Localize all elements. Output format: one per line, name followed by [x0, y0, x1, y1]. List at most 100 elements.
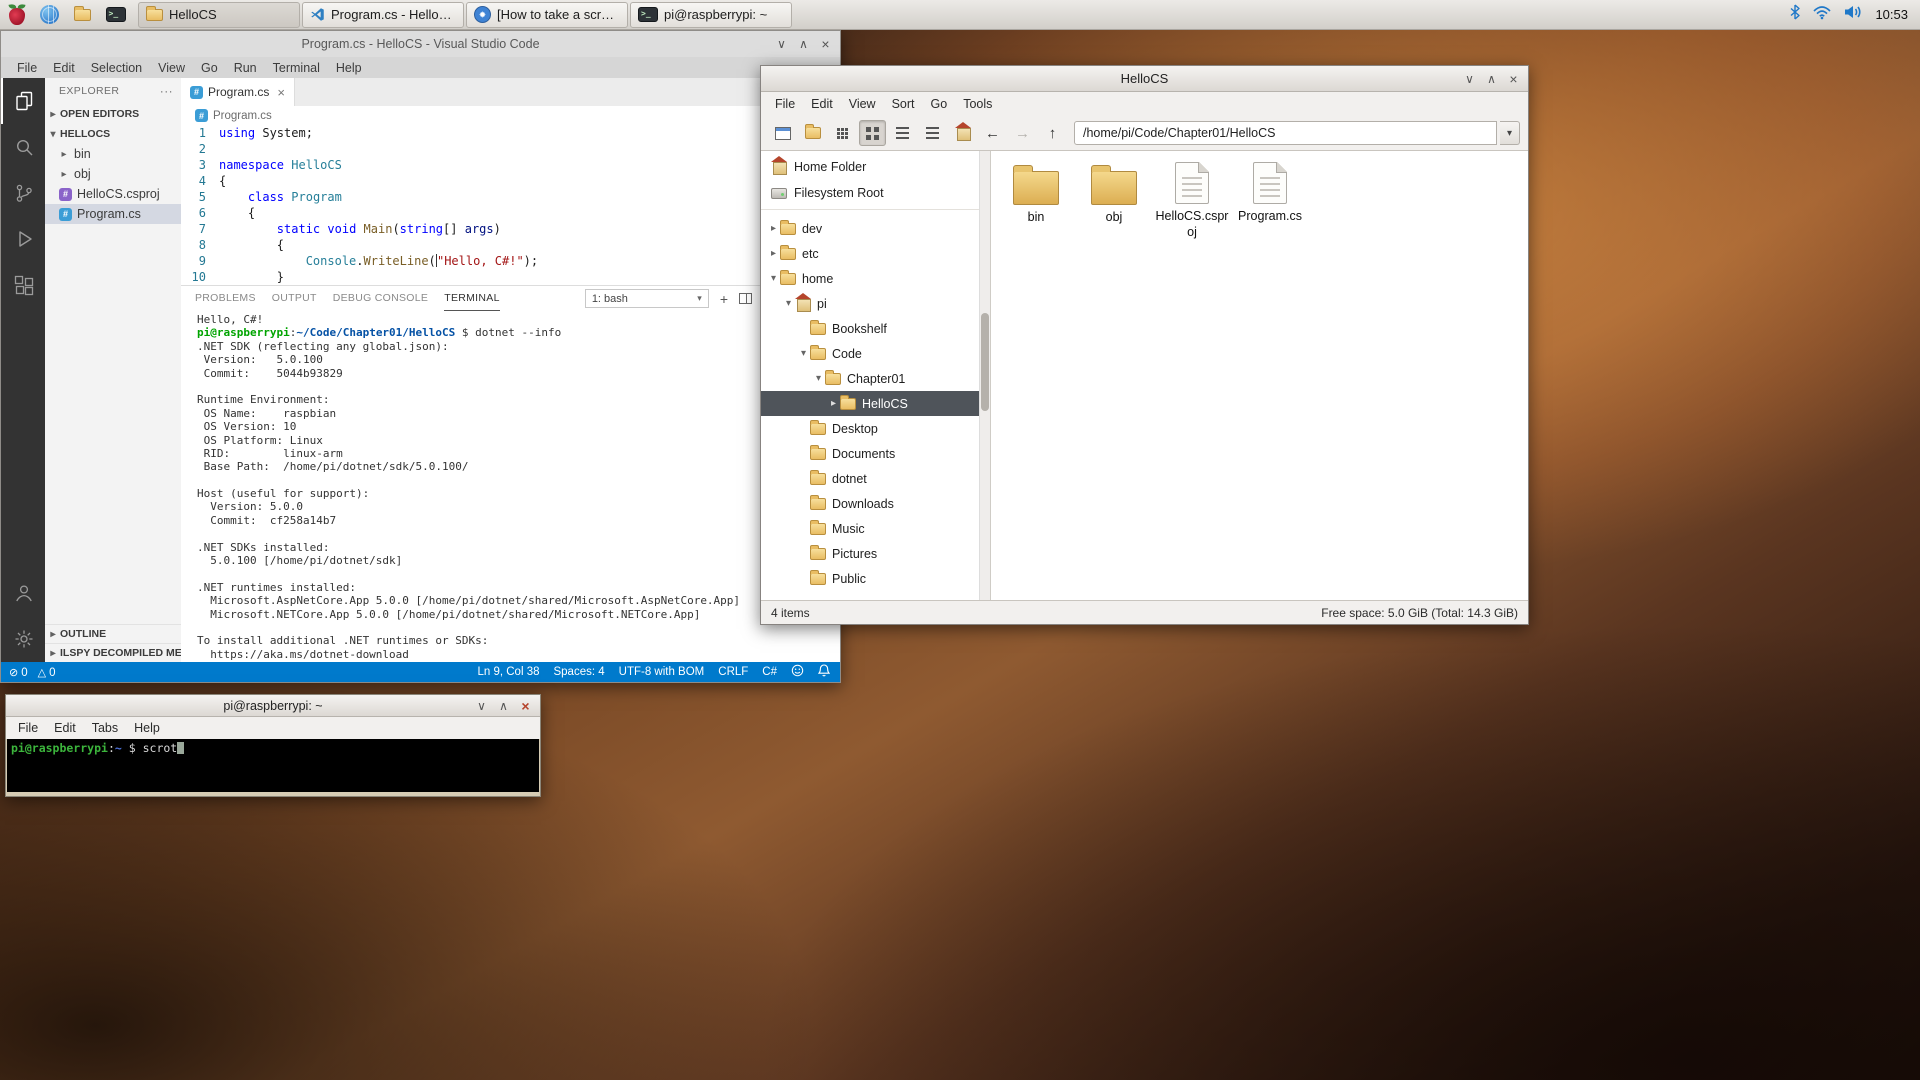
tree-item-pictures[interactable]: Pictures — [761, 541, 990, 566]
tree-scrollbar[interactable] — [979, 151, 990, 600]
split-terminal-button[interactable] — [739, 293, 752, 304]
status-item-crlf[interactable]: CRLF — [718, 666, 748, 678]
code-line[interactable]: 10 } — [181, 269, 840, 285]
new-window-button[interactable] — [769, 120, 796, 146]
file-program-cs[interactable]: Program.cs — [1231, 159, 1309, 225]
code-line[interactable]: 1using System; — [181, 125, 840, 141]
fm-menu-edit[interactable]: Edit — [803, 92, 841, 116]
close-button[interactable]: × — [517, 697, 534, 714]
tree-item-public[interactable]: Public — [761, 566, 990, 591]
code-line[interactable]: 9 Console.WriteLine("Hello, C#!"); — [181, 253, 840, 269]
code-line[interactable]: 4{ — [181, 173, 840, 189]
view-detailed-button[interactable] — [919, 120, 946, 146]
fm-file-list[interactable]: binobjHelloCS.csprojProgram.cs — [991, 151, 1528, 600]
tree-item-etc[interactable]: ▸etc — [761, 241, 990, 266]
lxterminal-menu-tabs[interactable]: Tabs — [84, 717, 126, 739]
bluetooth-icon[interactable] — [1790, 4, 1800, 25]
panel-tab-terminal[interactable]: TERMINAL — [444, 286, 500, 311]
place-filesystem-root[interactable]: Filesystem Root — [761, 180, 990, 206]
vscode-titlebar[interactable]: Program.cs - HelloCS - Visual Studio Cod… — [1, 31, 840, 57]
terminal-screen[interactable]: pi@raspberrypi:~ $ scrot — [7, 739, 539, 792]
shade-button[interactable]: ∨ — [773, 36, 790, 53]
tree-item-code[interactable]: ▾Code — [761, 341, 990, 366]
explorer-item-obj[interactable]: ▸obj — [45, 164, 181, 184]
tree-item-dev[interactable]: ▸dev — [761, 216, 990, 241]
tree-item-desktop[interactable]: Desktop — [761, 416, 990, 441]
vscode-menu-go[interactable]: Go — [193, 57, 226, 78]
new-folder-button[interactable] — [799, 120, 826, 146]
vscode-menu-edit[interactable]: Edit — [45, 57, 83, 78]
shell-selector[interactable]: 1: bash ▾ — [585, 289, 709, 308]
maximize-button[interactable]: ∧ — [795, 36, 812, 53]
taskbar-task-pi-raspberrypi[interactable]: pi@raspberrypi: ~ — [630, 2, 792, 28]
taskbar-task-hellocs[interactable]: HelloCS — [138, 2, 300, 28]
explorer-item-program-cs[interactable]: #Program.cs — [45, 204, 181, 224]
sidebar-section-outline[interactable]: ▸OUTLINE — [45, 624, 181, 643]
account-button[interactable] — [1, 570, 45, 616]
more-actions-icon[interactable]: ··· — [160, 84, 173, 98]
explorer-item-bin[interactable]: ▸bin — [45, 144, 181, 164]
status-item-ln-9-col-38[interactable]: Ln 9, Col 38 — [477, 666, 539, 678]
status-item-utf-8-with-bom[interactable]: UTF-8 with BOM — [619, 666, 705, 678]
settings-button[interactable] — [1, 616, 45, 662]
wifi-icon[interactable] — [1813, 5, 1831, 25]
tree-item-music[interactable]: Music — [761, 516, 990, 541]
file-hellocs-csproj[interactable]: HelloCS.csproj — [1153, 159, 1231, 240]
scrollbar-thumb[interactable] — [981, 313, 989, 411]
notifications-bell-icon[interactable] — [818, 664, 830, 680]
activitybar-source-control[interactable] — [1, 170, 45, 216]
up-button[interactable]: ↑ — [1039, 120, 1066, 146]
feedback-icon[interactable] — [791, 664, 804, 680]
code-line[interactable]: 2 — [181, 141, 840, 157]
view-icons-button[interactable] — [859, 120, 886, 146]
errors-indicator[interactable]: ⊘0 — [9, 666, 28, 679]
path-dropdown-button[interactable]: ▾ — [1500, 121, 1520, 145]
taskbar-task-how-to-take-a-screen[interactable]: [How to take a screen... — [466, 2, 628, 28]
shade-button[interactable]: ∨ — [473, 697, 490, 714]
browser-launcher[interactable] — [33, 1, 66, 29]
integrated-terminal[interactable]: Hello, C#!pi@raspberrypi:~/Code/Chapter0… — [181, 311, 840, 662]
tree-item-pi[interactable]: ▾pi — [761, 291, 990, 316]
sidebar-section-hellocs[interactable]: ▾HELLOCS — [45, 124, 181, 144]
code-line[interactable]: 7 static void Main(string[] args) — [181, 221, 840, 237]
panel-tab-debug-console[interactable]: DEBUG CONSOLE — [333, 286, 429, 311]
tree-item-dotnet[interactable]: dotnet — [761, 466, 990, 491]
app-menu-button[interactable] — [0, 1, 33, 29]
maximize-button[interactable]: ∧ — [495, 697, 512, 714]
vscode-menu-file[interactable]: File — [9, 57, 45, 78]
status-item-c[interactable]: C# — [762, 666, 777, 678]
shade-button[interactable]: ∨ — [1461, 70, 1478, 87]
fm-menu-go[interactable]: Go — [923, 92, 956, 116]
back-button[interactable]: ← — [979, 120, 1006, 146]
fm-menu-file[interactable]: File — [767, 92, 803, 116]
activitybar-extensions[interactable] — [1, 262, 45, 308]
activitybar-explorer[interactable] — [1, 78, 45, 124]
vscode-menu-selection[interactable]: Selection — [83, 57, 150, 78]
path-input[interactable] — [1074, 121, 1497, 145]
code-line[interactable]: 5 class Program — [181, 189, 840, 205]
new-terminal-button[interactable]: + — [720, 292, 728, 306]
tree-item-hellocs[interactable]: ▸HelloCS — [761, 391, 990, 416]
code-line[interactable]: 8 { — [181, 237, 840, 253]
code-line[interactable]: 3namespace HelloCS — [181, 157, 840, 173]
activitybar-search[interactable] — [1, 124, 45, 170]
tree-item-chapter01[interactable]: ▾Chapter01 — [761, 366, 990, 391]
volume-icon[interactable] — [1844, 5, 1862, 24]
file-obj[interactable]: obj — [1075, 159, 1153, 226]
fm-titlebar[interactable]: HelloCS ∨ ∧ × — [761, 66, 1528, 92]
lxterminal-menu-file[interactable]: File — [10, 717, 46, 739]
sidebar-section-open-editors[interactable]: ▸OPEN EDITORS — [45, 104, 181, 124]
home-button[interactable] — [949, 120, 976, 146]
maximize-button[interactable]: ∧ — [1483, 70, 1500, 87]
terminal-launcher[interactable] — [99, 1, 132, 29]
activitybar-run-debug[interactable] — [1, 216, 45, 262]
place-home-folder[interactable]: Home Folder — [761, 154, 990, 180]
panel-tab-output[interactable]: OUTPUT — [272, 286, 317, 311]
tree-item-documents[interactable]: Documents — [761, 441, 990, 466]
vscode-menu-terminal[interactable]: Terminal — [265, 57, 328, 78]
tree-item-downloads[interactable]: Downloads — [761, 491, 990, 516]
code-editor[interactable]: 1using System;23namespace HelloCS4{5 cla… — [181, 125, 840, 285]
breadcrumb[interactable]: # Program.cs — [181, 106, 840, 125]
sidebar-section-ilspy-decompiled-memb[interactable]: ▸ILSPY DECOMPILED MEMB... — [45, 643, 181, 662]
taskbar-task-program-cs-hellocs[interactable]: Program.cs - HelloCS... — [302, 2, 464, 28]
